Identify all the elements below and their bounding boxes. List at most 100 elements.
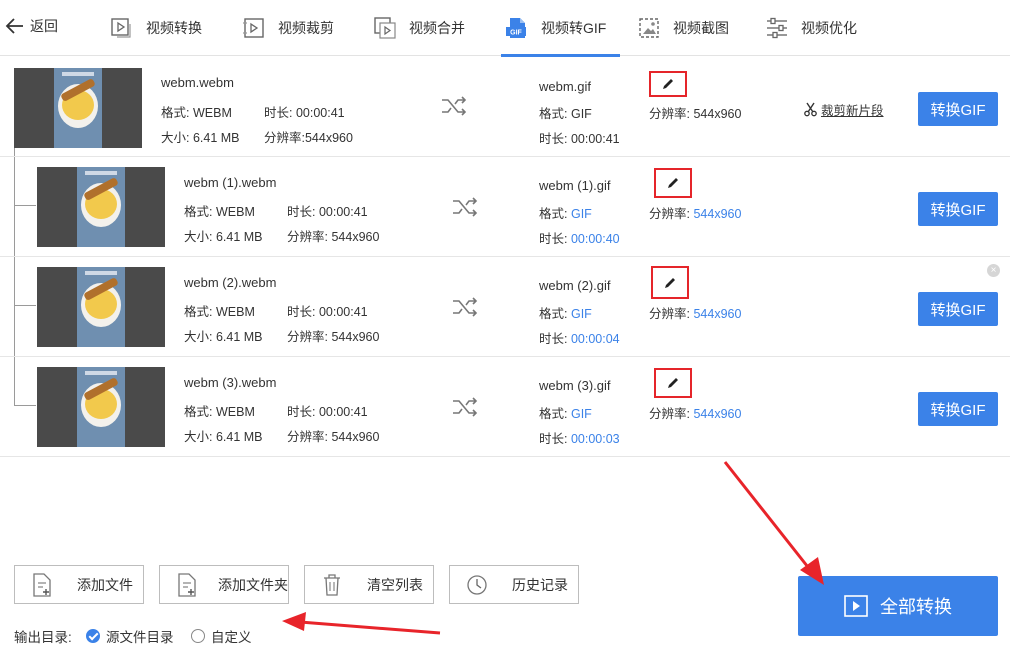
source-format: 格式: WEBM	[184, 405, 255, 419]
convert-arrow-icon	[442, 96, 467, 116]
cut-new-segment-button[interactable]: 裁剪新片段	[803, 100, 884, 119]
cut-label: 裁剪新片段	[821, 104, 884, 118]
tab-video-optimize[interactable]: 视频优化	[765, 0, 857, 56]
trash-icon	[324, 573, 340, 596]
clear-list-button[interactable]: 清空列表	[304, 565, 434, 604]
video-thumbnail	[14, 68, 142, 148]
output-file-name: webm (1).gif	[539, 178, 611, 193]
source-resolution: 分辨率: 544x960	[287, 230, 380, 244]
video-merge-icon	[374, 17, 396, 39]
video-thumbnail	[37, 367, 165, 447]
add-file-label: 添加文件	[77, 576, 133, 593]
source-format: 格式: WEBM	[184, 205, 255, 219]
convert-gif-button[interactable]: 转换GIF	[918, 392, 998, 426]
file-row: webm (2).webm 格式: WEBM 时长: 00:00:41 大小: …	[0, 257, 1010, 357]
history-label: 历史记录	[512, 576, 568, 593]
file-row: webm (1).webm 格式: WEBM 时长: 00:00:41 大小: …	[0, 157, 1010, 257]
convert-gif-button[interactable]: 转换GIF	[918, 192, 998, 226]
tab-label: 视频优化	[801, 20, 857, 36]
tab-video-to-gif[interactable]: GIF 视频转GIF	[500, 0, 621, 57]
clock-icon	[467, 574, 487, 595]
toolbar: 返回 视频转换 视频裁剪 视频合并 GIF 视频转GIF 视频截图 视频优化	[0, 0, 1010, 57]
source-file-name: webm.webm	[161, 75, 234, 90]
history-button[interactable]: 历史记录	[449, 565, 579, 604]
radio-checked-icon	[86, 629, 100, 643]
gif-icon: GIF	[506, 18, 526, 38]
convert-arrow-icon	[453, 297, 478, 317]
tab-video-convert[interactable]: 视频转换	[110, 0, 202, 56]
add-folder-label: 添加文件夹	[218, 576, 288, 593]
source-duration: 时长: 00:00:41	[287, 205, 368, 219]
output-file-name: webm.gif	[539, 79, 592, 94]
output-duration: 时长: 00:00:40	[539, 232, 620, 246]
edit-output-button[interactable]	[654, 368, 692, 398]
source-size: 大小: 6.41 MB	[184, 430, 263, 444]
tab-label: 视频截图	[673, 20, 729, 36]
output-directory-label: 输出目录:	[14, 630, 72, 645]
output-resolution: 分辨率: 544x960	[649, 407, 742, 421]
optimize-icon	[767, 17, 787, 39]
edit-output-button[interactable]	[651, 266, 689, 299]
source-size: 大小: 6.41 MB	[184, 230, 263, 244]
back-arrow-icon	[5, 18, 23, 34]
convert-gif-button[interactable]: 转换GIF	[918, 292, 998, 326]
tab-label: 视频转GIF	[541, 20, 607, 36]
add-file-icon	[33, 572, 51, 597]
add-folder-button[interactable]: 添加文件夹	[159, 565, 289, 604]
add-file-button[interactable]: 添加文件	[14, 565, 144, 604]
output-format: 格式: GIF	[539, 107, 592, 121]
video-thumbnail	[37, 267, 165, 347]
gif-icon-text: GIF	[510, 30, 522, 37]
edit-output-button[interactable]	[649, 71, 687, 97]
tab-label: 视频裁剪	[278, 20, 334, 36]
source-duration: 时长: 00:00:41	[287, 405, 368, 419]
tab-video-screenshot[interactable]: 视频截图	[637, 0, 729, 56]
back-button[interactable]: 返回	[4, 12, 58, 40]
video-thumbnail	[37, 167, 165, 247]
back-label: 返回	[30, 18, 58, 34]
scissors-icon	[804, 102, 817, 117]
source-file-name: webm (2).webm	[184, 275, 277, 290]
convert-arrow-icon	[453, 197, 478, 217]
convert-all-button[interactable]: 全部转换	[798, 576, 998, 636]
output-duration: 时长: 00:00:41	[539, 132, 620, 146]
output-duration: 时长: 00:00:03	[539, 432, 620, 446]
output-format: 格式: GIF	[539, 307, 592, 321]
radio-unchecked-icon	[191, 629, 205, 643]
source-format: 格式: WEBM	[184, 305, 255, 319]
output-file-name: webm (2).gif	[539, 278, 611, 293]
radio-label: 源文件目录	[106, 630, 174, 645]
pencil-icon	[668, 378, 678, 388]
video-crop-icon	[243, 18, 264, 38]
edit-output-button[interactable]	[654, 168, 692, 198]
radio-label: 自定义	[211, 630, 252, 645]
convert-all-label: 全部转换	[880, 597, 952, 617]
annotation-arrow	[282, 612, 441, 635]
add-folder-icon	[178, 572, 196, 597]
remove-file-icon[interactable]: ×	[987, 264, 1000, 277]
source-duration: 时长: 00:00:41	[264, 106, 345, 120]
video-convert-icon	[111, 18, 131, 38]
source-duration: 时长: 00:00:41	[287, 305, 368, 319]
convert-gif-button[interactable]: 转换GIF	[918, 92, 998, 126]
output-resolution: 分辨率: 544x960	[649, 307, 742, 321]
source-size: 大小: 6.41 MB	[161, 131, 240, 145]
output-resolution: 分辨率: 544x960	[649, 107, 742, 121]
file-row: webm (3).webm 格式: WEBM 时长: 00:00:41 大小: …	[0, 357, 1010, 457]
radio-custom-directory[interactable]: 自定义	[191, 626, 252, 646]
pencil-icon	[665, 277, 675, 288]
file-row: webm.webm 格式: WEBM 时长: 00:00:41 大小: 6.41…	[0, 57, 1010, 157]
source-resolution: 分辨率: 544x960	[287, 330, 380, 344]
pencil-icon	[663, 79, 673, 89]
clear-list-label: 清空列表	[367, 576, 423, 593]
source-size: 大小: 6.41 MB	[184, 330, 263, 344]
tab-video-crop[interactable]: 视频裁剪	[242, 0, 334, 56]
output-format: 格式: GIF	[539, 207, 592, 221]
annotation-arrow	[723, 461, 824, 585]
source-file-name: webm (3).webm	[184, 375, 277, 390]
screenshot-icon	[639, 18, 659, 38]
tab-video-merge[interactable]: 视频合并	[373, 0, 465, 56]
app-window: 返回 视频转换 视频裁剪 视频合并 GIF 视频转GIF 视频截图 视频优化 w…	[0, 0, 1010, 658]
radio-source-directory[interactable]: 源文件目录	[86, 626, 174, 646]
source-file-name: webm (1).webm	[184, 175, 277, 190]
